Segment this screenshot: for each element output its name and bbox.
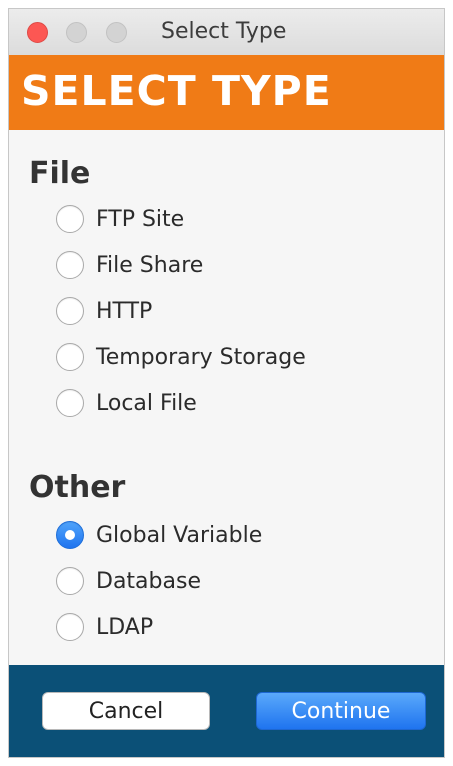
option-label: Database [96, 568, 201, 594]
option-label: File Share [96, 252, 204, 278]
option-label: Global Variable [96, 522, 263, 548]
radio-button[interactable] [56, 389, 84, 417]
section-heading-other: Other [29, 470, 126, 505]
option-file-share[interactable]: File Share [56, 249, 203, 281]
option-label: HTTP [96, 298, 153, 324]
radio-button[interactable] [56, 297, 84, 325]
window-title: Select Type [161, 19, 287, 44]
radio-button[interactable] [56, 567, 84, 595]
option-label: Temporary Storage [96, 344, 306, 370]
option-local-file[interactable]: Local File [56, 387, 197, 419]
option-ldap[interactable]: LDAP [56, 611, 153, 643]
section-heading-file: File [29, 156, 91, 191]
title-bar[interactable]: Select Type [9, 9, 444, 56]
minimize-window-icon[interactable] [66, 22, 87, 43]
radio-button[interactable] [56, 205, 84, 233]
option-database[interactable]: Database [56, 565, 201, 597]
radio-button[interactable] [56, 613, 84, 641]
banner-title: SELECT TYPE [21, 67, 332, 115]
select-type-dialog: Select Type SELECT TYPE File FTP Site Fi… [8, 8, 445, 758]
radio-button[interactable] [56, 251, 84, 279]
option-label: FTP Site [96, 206, 185, 232]
option-label: Local File [96, 390, 197, 416]
option-label: LDAP [96, 614, 154, 640]
option-temporary-storage[interactable]: Temporary Storage [56, 341, 306, 373]
option-ftp-site[interactable]: FTP Site [56, 203, 184, 235]
option-global-variable[interactable]: Global Variable [56, 519, 262, 551]
cancel-button[interactable]: Cancel [42, 692, 210, 730]
option-http[interactable]: HTTP [56, 295, 152, 327]
radio-button-selected[interactable] [56, 521, 84, 549]
radio-dot-icon [65, 530, 75, 540]
zoom-window-icon[interactable] [106, 22, 127, 43]
dialog-footer: Cancel Continue [9, 665, 444, 757]
header-banner: SELECT TYPE [9, 55, 444, 130]
continue-button[interactable]: Continue [256, 692, 426, 730]
close-window-icon[interactable] [27, 22, 48, 43]
type-options-panel: File FTP Site File Share HTTP Temporary … [9, 130, 444, 665]
radio-button[interactable] [56, 343, 84, 371]
